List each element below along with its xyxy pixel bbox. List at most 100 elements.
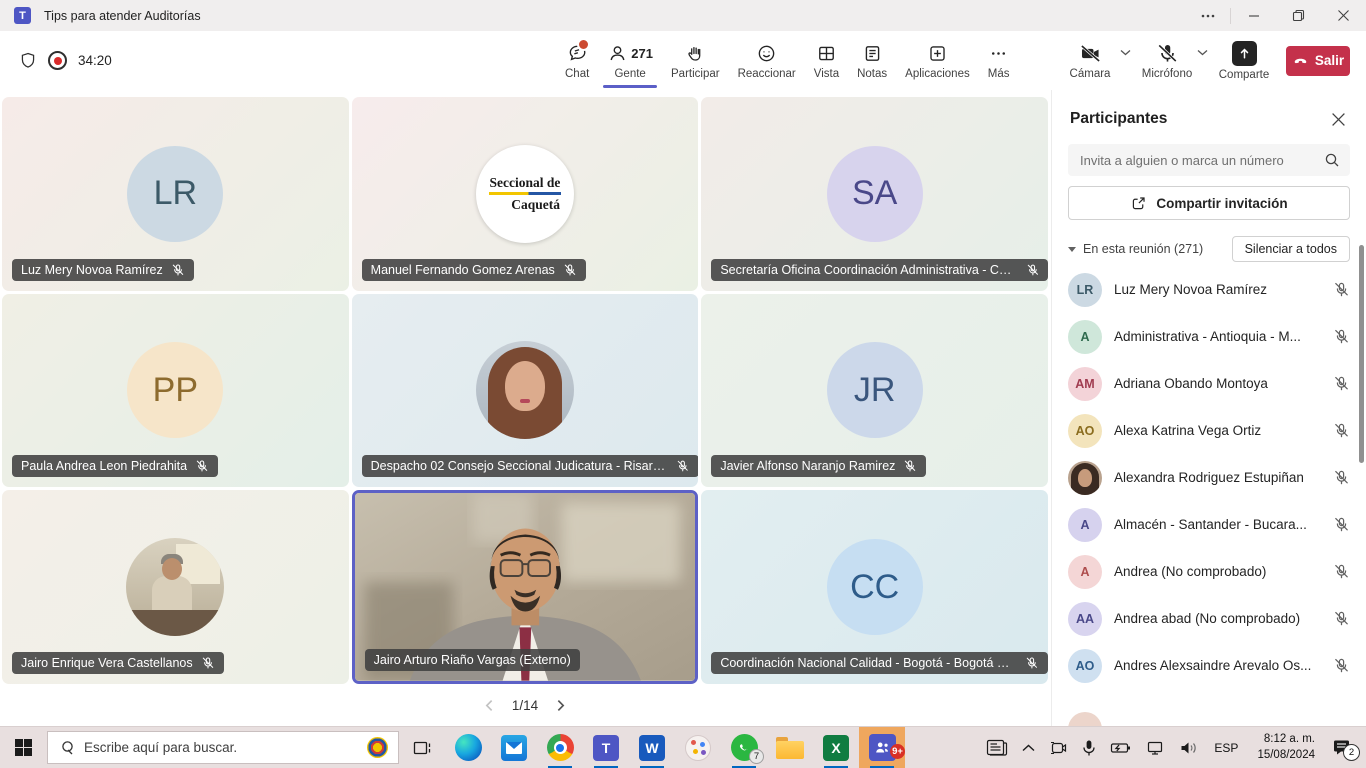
mic-muted-icon	[563, 263, 577, 277]
minimize-button[interactable]	[1231, 0, 1276, 31]
video-tile[interactable]: JR Javier Alfonso Naranjo Ramirez	[701, 294, 1048, 488]
tray-expand-button[interactable]	[1015, 727, 1042, 768]
participant-row[interactable]: LR Luz Mery Novoa Ramírez	[1052, 266, 1366, 313]
participant-row[interactable]: A Almacén - Santander - Bucara...	[1052, 501, 1366, 548]
participant-row[interactable]: AA Andrea abad (No comprobado)	[1052, 595, 1366, 642]
mute-all-button[interactable]: Silenciar a todos	[1232, 236, 1350, 262]
panel-scrollbar[interactable]	[1359, 245, 1364, 463]
taskbar-search[interactable]: Escribe aquí para buscar.	[47, 731, 399, 764]
participant-row[interactable]: AM Adriana Obando Montoya	[1052, 360, 1366, 407]
teams-icon: T	[593, 735, 619, 761]
task-view-button[interactable]	[399, 727, 445, 768]
video-tile[interactable]: LR Luz Mery Novoa Ramírez	[2, 97, 349, 291]
participant-row-name: Andrea abad (No comprobado)	[1114, 611, 1321, 626]
tray-network[interactable]	[1139, 727, 1172, 768]
tab-reaccionar[interactable]: Reaccionar	[729, 41, 805, 88]
clock[interactable]: 8:12 a. m. 15/08/2024	[1247, 732, 1325, 763]
page-prev-icon[interactable]	[483, 699, 496, 712]
video-tile[interactable]: CC Coordinación Nacional Calidad - Bogot…	[701, 490, 1048, 684]
taskbar-app-edge[interactable]	[445, 727, 491, 768]
taskbar-app-teams[interactable]: T	[583, 727, 629, 768]
participant-name: Manuel Fernando Gomez Arenas	[371, 263, 555, 277]
participant-avatar: LR	[1068, 273, 1102, 307]
tray-camera-icon	[1049, 740, 1068, 756]
mic-muted-icon	[903, 459, 917, 473]
close-button[interactable]	[1321, 0, 1366, 31]
participant-mic-muted-icon	[1333, 657, 1350, 674]
taskbar-app-teams-meeting[interactable]: 9+	[859, 727, 905, 768]
grid-pagination: 1/14	[0, 690, 1050, 720]
tray-microphone[interactable]	[1075, 727, 1103, 768]
invite-search-input[interactable]	[1068, 144, 1350, 176]
share-invitation-icon	[1130, 195, 1147, 212]
taskbar-app-explorer[interactable]	[767, 727, 813, 768]
mic-muted-icon	[676, 459, 689, 473]
participant-name-label: Manuel Fernando Gomez Arenas	[362, 259, 586, 281]
language-indicator[interactable]: ESP	[1205, 741, 1247, 755]
taskbar-app-paint[interactable]	[675, 727, 721, 768]
participant-row-name: Almacén - Santander - Bucara...	[1114, 517, 1321, 532]
tray-camera[interactable]	[1042, 727, 1075, 768]
panel-close-icon[interactable]	[1331, 112, 1346, 127]
taskbar-app-whatsapp[interactable]: 7	[721, 727, 767, 768]
participant-row[interactable]: AO Andres Alexsaindre Arevalo Os...	[1052, 642, 1366, 689]
avatar-initials: LR	[127, 146, 223, 242]
tray-time: 8:12 a. m.	[1257, 732, 1315, 748]
mic-muted-icon	[1026, 263, 1040, 277]
participant-mic-muted-icon	[1333, 375, 1350, 392]
camera-chevron-icon[interactable]	[1120, 49, 1131, 56]
video-tile[interactable]: Jairo Enrique Vera Castellanos	[2, 490, 349, 684]
participant-avatar: A	[1068, 508, 1102, 542]
tab-notas[interactable]: Notas	[848, 41, 896, 88]
meeting-timer: 34:20	[78, 53, 112, 68]
tab-vista[interactable]: Vista	[805, 41, 848, 88]
participant-name: Coordinación Nacional Calidad - Bogotá -…	[720, 656, 1017, 670]
mail-icon	[501, 735, 527, 761]
participant-row[interactable]: A Andrea (No comprobado)	[1052, 548, 1366, 595]
camera-button[interactable]: Cámara	[1062, 42, 1118, 80]
tab-aplicaciones[interactable]: Aplicaciones	[896, 41, 979, 88]
participant-mic-muted-icon	[1333, 422, 1350, 439]
microphone-chevron-icon[interactable]	[1197, 49, 1208, 56]
video-tile[interactable]: SA Secretaría Oficina Coordinación Admin…	[701, 97, 1048, 291]
share-invitation-button[interactable]: Compartir invitación	[1068, 186, 1350, 220]
page-next-icon[interactable]	[554, 699, 567, 712]
participant-name: Paula Andrea Leon Piedrahita	[21, 459, 187, 473]
participant-name: Secretaría Oficina Coordinación Administ…	[720, 263, 1017, 277]
taskbar-search-icon	[58, 740, 74, 756]
video-tile[interactable]: Jairo Arturo Riaño Vargas (Externo)	[352, 490, 699, 684]
tab-notas-label: Notas	[857, 68, 887, 80]
taskbar-app-chrome[interactable]	[537, 727, 583, 768]
tray-battery[interactable]	[1103, 727, 1139, 768]
logo-line1: Seccional de	[490, 175, 561, 191]
participant-avatar: AA	[1068, 602, 1102, 636]
notification-center-button[interactable]: 2	[1325, 727, 1366, 768]
participant-row-name: Luz Mery Novoa Ramírez	[1114, 282, 1321, 297]
taskbar-app-mail[interactable]	[491, 727, 537, 768]
participant-row[interactable]: A Administrativa - Antioquia - M...	[1052, 313, 1366, 360]
people-icon	[607, 43, 628, 64]
avatar-logo: Seccional de Caquetá	[476, 145, 574, 243]
taskbar-app-word[interactable]: W	[629, 727, 675, 768]
share-screen-button[interactable]: Comparte	[1216, 41, 1272, 81]
tab-participar[interactable]: Participar	[662, 41, 729, 88]
tab-gente[interactable]: 271 Gente	[598, 41, 662, 88]
tray-volume[interactable]	[1172, 727, 1205, 768]
microphone-button[interactable]: Micrófono	[1139, 42, 1195, 80]
maximize-button[interactable]	[1276, 0, 1321, 31]
video-tile[interactable]: PP Paula Andrea Leon Piedrahita	[2, 294, 349, 488]
tab-mas[interactable]: Más	[979, 41, 1019, 88]
tab-chat[interactable]: Chat	[556, 41, 598, 88]
start-button[interactable]	[0, 727, 47, 768]
video-tile[interactable]: Despacho 02 Consejo Seccional Judicatura…	[352, 294, 699, 488]
participant-row[interactable]: Alexandra Rodriguez Estupiñan	[1052, 454, 1366, 501]
participant-row[interactable]: AO Alexa Katrina Vega Ortiz	[1052, 407, 1366, 454]
in-meeting-toggle[interactable]: En esta reunión (271)	[1068, 242, 1203, 256]
tab-participar-label: Participar	[671, 68, 720, 80]
video-tile[interactable]: Seccional de Caquetá Manuel Fernando Gom…	[352, 97, 699, 291]
window-more-button[interactable]	[1185, 0, 1230, 31]
widgets-button[interactable]	[979, 727, 1015, 768]
taskbar-app-excel[interactable]: X	[813, 727, 859, 768]
leave-button[interactable]: Salir	[1286, 46, 1350, 76]
participant-name-label: Jairo Enrique Vera Castellanos	[12, 652, 224, 674]
